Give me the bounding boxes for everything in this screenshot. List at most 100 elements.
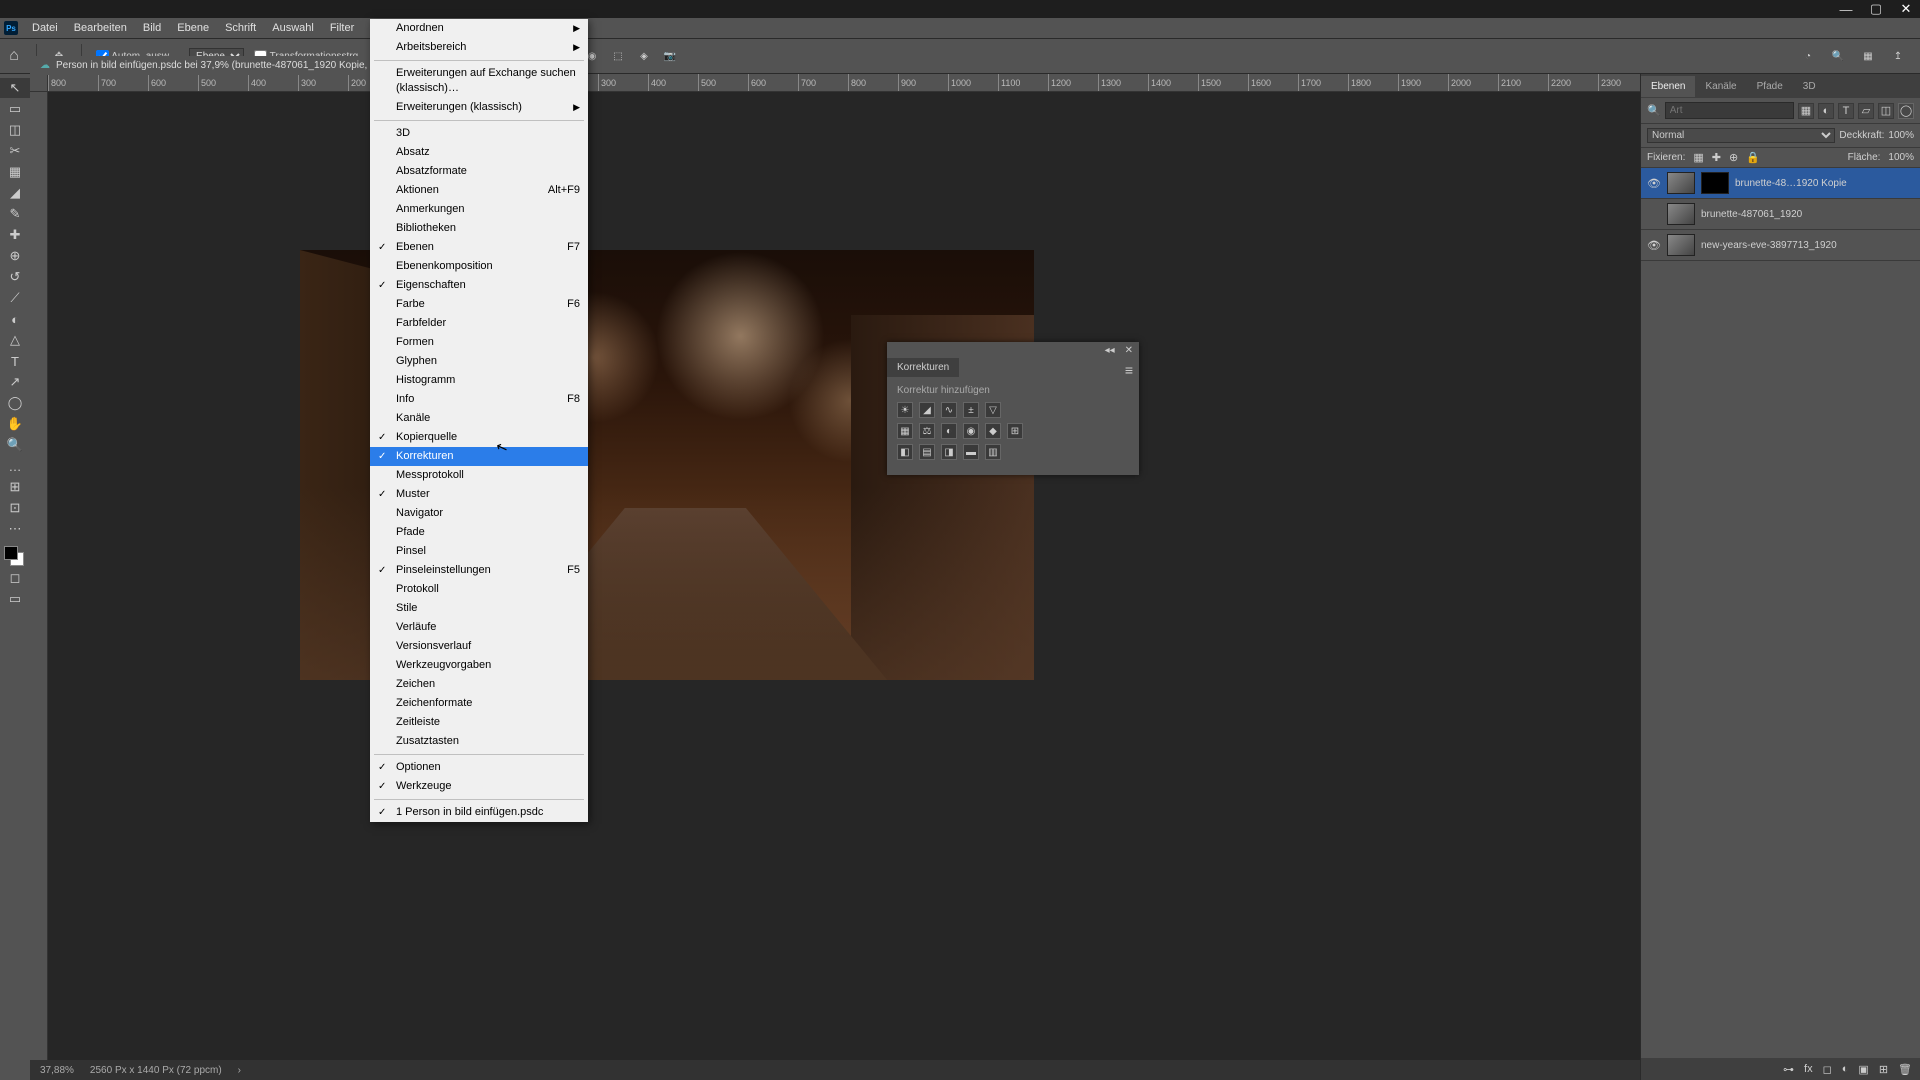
color-swatches[interactable]: [0, 544, 30, 568]
menu-item-farbfelder[interactable]: Farbfelder: [370, 314, 588, 333]
menu-item-navigator[interactable]: Navigator: [370, 504, 588, 523]
tool-20[interactable]: ⊡: [0, 498, 30, 518]
screen-mode-icon[interactable]: ▭: [0, 589, 30, 609]
tool-5[interactable]: ◢: [0, 183, 30, 203]
menu-item-eigenschaften[interactable]: ✓Eigenschaften: [370, 276, 588, 295]
menu-item-anmerkungen[interactable]: Anmerkungen: [370, 200, 588, 219]
menu-item-pfade[interactable]: Pfade: [370, 523, 588, 542]
menu-item-bibliotheken[interactable]: Bibliotheken: [370, 219, 588, 238]
color-lookup-icon[interactable]: ⊞: [1007, 423, 1023, 439]
menu-item-zusatztasten[interactable]: Zusatztasten: [370, 732, 588, 751]
visibility-toggle-icon[interactable]: 👁: [1647, 177, 1661, 190]
menu-item-kan-le[interactable]: Kanäle: [370, 409, 588, 428]
layer-row[interactable]: 👁new-years-eve-3897713_1920: [1641, 230, 1920, 261]
menu-item-1-person-in-bild-einf-gen-psdc[interactable]: ✓1 Person in bild einfügen.psdc: [370, 803, 588, 822]
3d-camera-icon[interactable]: 📷: [662, 48, 678, 64]
menu-item-optionen[interactable]: ✓Optionen: [370, 758, 588, 777]
layer-mask-thumbnail[interactable]: [1701, 172, 1729, 194]
menu-item-ebenen[interactable]: ✓EbenenF7: [370, 238, 588, 257]
invert-icon[interactable]: ◧: [897, 444, 913, 460]
filter-toggle-icon[interactable]: ◯: [1898, 103, 1914, 119]
panel-tab-ebenen[interactable]: Ebenen: [1641, 76, 1695, 97]
menu-item-histogramm[interactable]: Histogramm: [370, 371, 588, 390]
tool-15[interactable]: ◯: [0, 393, 30, 413]
menu-item-kopierquelle[interactable]: ✓Kopierquelle: [370, 428, 588, 447]
layer-name[interactable]: brunette-48…1920 Kopie: [1735, 178, 1847, 189]
vibrance-icon[interactable]: ▽: [985, 402, 1001, 418]
menu-item-muster[interactable]: ✓Muster: [370, 485, 588, 504]
menu-item-formen[interactable]: Formen: [370, 333, 588, 352]
menu-item-zeichen[interactable]: Zeichen: [370, 675, 588, 694]
tool-1[interactable]: ▭: [0, 99, 30, 119]
cloud-docs-icon[interactable]: ◔: [1800, 48, 1816, 64]
tool-4[interactable]: ▦: [0, 162, 30, 182]
lock-pixels-icon[interactable]: ▦: [1693, 151, 1703, 164]
maximize-button[interactable]: ▢: [1870, 3, 1882, 15]
menu-ebene[interactable]: Ebene: [169, 19, 217, 37]
fill-value[interactable]: 100%: [1888, 152, 1914, 163]
menu-datei[interactable]: Datei: [24, 19, 66, 37]
tool-0[interactable]: ↖: [0, 78, 30, 98]
menu-item-3d[interactable]: 3D: [370, 124, 588, 143]
lock-all-icon[interactable]: 🔒: [1746, 151, 1760, 164]
filter-search-icon[interactable]: 🔍: [1647, 104, 1661, 117]
menu-item-pinsel[interactable]: Pinsel: [370, 542, 588, 561]
filter-type-icon[interactable]: T: [1838, 103, 1854, 119]
layer-name[interactable]: brunette-487061_1920: [1701, 209, 1802, 220]
gradient-map-icon[interactable]: ▬: [963, 444, 979, 460]
tool-6[interactable]: ✎: [0, 204, 30, 224]
threshold-icon[interactable]: ◨: [941, 444, 957, 460]
close-panel-icon[interactable]: ✕: [1125, 345, 1133, 356]
adjustment-layer-icon[interactable]: ◐: [1842, 1063, 1849, 1075]
tool-19[interactable]: ⊞: [0, 477, 30, 497]
opacity-value[interactable]: 100%: [1888, 130, 1914, 141]
menu-item-zeichenformate[interactable]: Zeichenformate: [370, 694, 588, 713]
foreground-color[interactable]: [4, 546, 18, 560]
menu-filter[interactable]: Filter: [322, 19, 362, 37]
layer-thumbnail[interactable]: [1667, 172, 1695, 194]
hue-sat-icon[interactable]: ▦: [897, 423, 913, 439]
lock-position-icon[interactable]: ✚: [1712, 151, 1721, 164]
menu-item-werkzeuge[interactable]: ✓Werkzeuge: [370, 777, 588, 796]
menu-item-versionsverlauf[interactable]: Versionsverlauf: [370, 637, 588, 656]
menu-schrift[interactable]: Schrift: [217, 19, 264, 37]
tool-9[interactable]: ↺: [0, 267, 30, 287]
menu-bild[interactable]: Bild: [135, 19, 169, 37]
panel-tab-kanäle[interactable]: Kanäle: [1695, 76, 1746, 97]
tool-10[interactable]: ⟋: [0, 288, 30, 308]
workspace-icon[interactable]: ▦: [1860, 48, 1876, 64]
menu-item-farbe[interactable]: FarbeF6: [370, 295, 588, 314]
color-balance-icon[interactable]: ⚖: [919, 423, 935, 439]
menu-item-stile[interactable]: Stile: [370, 599, 588, 618]
share-icon[interactable]: ↥: [1890, 48, 1906, 64]
3d-icon[interactable]: ⬚: [610, 48, 626, 64]
lock-artboard-icon[interactable]: ⊕: [1729, 151, 1738, 164]
layer-thumbnail[interactable]: [1667, 203, 1695, 225]
layer-filter-input[interactable]: [1665, 102, 1794, 119]
menu-item-ebenenkomposition[interactable]: Ebenenkomposition: [370, 257, 588, 276]
ruler-origin[interactable]: [30, 74, 48, 92]
menu-item-werkzeugvorgaben[interactable]: Werkzeugvorgaben: [370, 656, 588, 675]
bw-icon[interactable]: ◐: [941, 423, 957, 439]
zoom-level[interactable]: 37,88%: [40, 1065, 74, 1076]
tool-2[interactable]: ◫: [0, 120, 30, 140]
search-icon[interactable]: 🔍: [1830, 48, 1846, 64]
canvas-area[interactable]: 8007006005004003002001000100200300400500…: [30, 74, 1640, 1080]
status-chevron-icon[interactable]: ›: [238, 1065, 241, 1076]
curves-icon[interactable]: ∿: [941, 402, 957, 418]
menu-item-pinseleinstellungen[interactable]: ✓PinseleinstellungenF5: [370, 561, 588, 580]
brightness-contrast-icon[interactable]: ☀: [897, 402, 913, 418]
tool-16[interactable]: ✋: [0, 414, 30, 434]
layer-thumbnail[interactable]: [1667, 234, 1695, 256]
layer-row[interactable]: 👁 brunette-48…1920 Kopie: [1641, 168, 1920, 199]
tool-8[interactable]: ⊕: [0, 246, 30, 266]
menu-item-protokoll[interactable]: Protokoll: [370, 580, 588, 599]
tool-14[interactable]: ↗: [0, 372, 30, 392]
layer-row[interactable]: brunette-487061_1920: [1641, 199, 1920, 230]
collapse-panel-icon[interactable]: ◂◂: [1105, 345, 1115, 356]
tool-13[interactable]: T: [0, 351, 30, 371]
menu-item-erweiterungen-klassisch-[interactable]: Erweiterungen (klassisch)▶: [370, 98, 588, 117]
layer-style-icon[interactable]: fx: [1804, 1063, 1813, 1075]
quick-mask-icon[interactable]: ◻: [0, 568, 30, 588]
filter-pixel-icon[interactable]: ▦: [1798, 103, 1814, 119]
